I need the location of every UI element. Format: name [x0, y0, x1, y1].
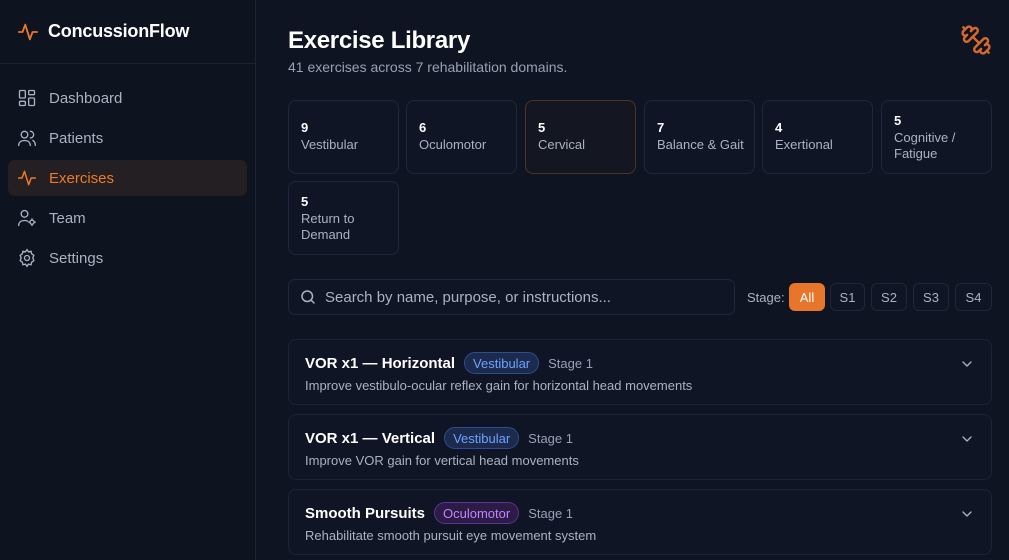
search-input[interactable] [325, 288, 725, 306]
stage-filter-label: Stage: [747, 290, 785, 305]
sidebar-item-settings[interactable]: Settings [8, 240, 247, 276]
user-gear-icon [18, 209, 36, 227]
exercise-title: VOR x1 — Horizontal [305, 354, 456, 372]
brand[interactable]: ConcussionFlow [0, 0, 255, 64]
exercise-stage: Stage 1 [548, 355, 593, 371]
exercise-description: Rehabilitate smooth pursuit eye movement… [305, 528, 597, 543]
sidebar-item-dashboard[interactable]: Dashboard [8, 80, 247, 116]
gear-icon [19, 248, 35, 268]
chevron-down-icon[interactable] [959, 356, 975, 372]
sidebar-item-label: Dashboard [49, 89, 123, 107]
stage-filter-all[interactable]: All [789, 283, 825, 311]
app-name: ConcussionFlow [48, 21, 190, 41]
sidebar-item-label: Patients [49, 129, 104, 147]
exercise-title: Smooth Pursuits [305, 504, 426, 522]
domain-count: 7 [657, 120, 665, 135]
domain-card-exertional[interactable]: 4 Exertional [762, 100, 873, 174]
domain-card-return-to-demand[interactable]: 5 Return to Demand [288, 181, 399, 255]
dashboard-icon [18, 89, 36, 107]
domain-card-oculomotor[interactable]: 6 Oculomotor [406, 100, 517, 174]
sidebar-nav: Dashboard Patients Exercises Team Settin… [0, 64, 255, 296]
exercise-title: VOR x1 — Vertical [305, 429, 436, 447]
sidebar-item-team[interactable]: Team [8, 200, 247, 236]
stage-filter-s3[interactable]: S3 [913, 283, 949, 311]
domain-badge: Oculomotor [434, 502, 520, 524]
chevron-down-icon[interactable] [959, 431, 975, 447]
domain-count: 6 [419, 120, 427, 135]
sidebar-item-label: Settings [49, 249, 104, 267]
exercise-description: Improve VOR gain for vertical head movem… [305, 453, 579, 468]
domain-label: Cognitive / Fatigue [894, 130, 956, 161]
exercise-card[interactable]: Smooth Pursuits Oculomotor Stage 1 Rehab… [288, 489, 992, 555]
search-box [288, 279, 735, 315]
users-icon [18, 130, 36, 147]
domain-card-balance-gait[interactable]: 7 Balance & Gait [644, 100, 755, 174]
exercise-card[interactable]: VOR x1 — Vertical Vestibular Stage 1 Imp… [288, 414, 992, 480]
domain-label: Return to Demand [301, 211, 355, 242]
chevron-down-icon[interactable] [959, 506, 975, 522]
stage-filter-s2[interactable]: S2 [871, 283, 907, 311]
domain-label: Cervical [538, 137, 585, 152]
domain-count: 5 [538, 120, 546, 135]
domain-label: Oculomotor [419, 137, 487, 152]
exercise-stage: Stage 1 [528, 505, 574, 521]
exercise-description: Improve vestibulo-ocular reflex gain for… [305, 378, 693, 393]
domain-badge: Vestibular [464, 352, 540, 374]
sidebar-item-exercises[interactable]: Exercises [8, 160, 247, 196]
domain-count: 5 [894, 113, 902, 128]
page-title: Exercise Library [288, 27, 470, 54]
page-subtitle: 41 exercises across 7 rehabilitation dom… [288, 59, 568, 75]
exercise-card[interactable]: VOR x1 — Horizontal Vestibular Stage 1 I… [288, 339, 992, 405]
domain-card-cognitive-fatigue[interactable]: 5 Cognitive / Fatigue [881, 100, 992, 174]
search-icon [301, 290, 315, 304]
activity-logo-icon [17, 23, 39, 40]
stage-filter-s4[interactable]: S4 [955, 283, 992, 311]
domain-label: Balance & Gait [657, 137, 744, 152]
domain-count: 5 [301, 194, 309, 209]
sidebar: ConcussionFlow Dashboard Patients Exerci… [0, 0, 256, 560]
domain-label: Vestibular [301, 137, 359, 152]
domain-card-vestibular[interactable]: 9 Vestibular [288, 100, 399, 174]
activity-icon [17, 170, 37, 186]
domain-card-cervical[interactable]: 5 Cervical [525, 100, 636, 174]
sidebar-item-patients[interactable]: Patients [8, 120, 247, 156]
sidebar-item-label: Exercises [49, 169, 115, 187]
domain-badge: Vestibular [444, 427, 520, 449]
main-content: Exercise Library 41 exercises across 7 r… [257, 0, 1009, 560]
domain-label: Exertional [775, 137, 833, 152]
exercise-stage: Stage 1 [528, 430, 573, 446]
domain-count: 9 [301, 120, 309, 135]
stage-filter-s1[interactable]: S1 [830, 283, 865, 311]
domain-count: 4 [775, 120, 783, 135]
sidebar-item-label: Team [49, 209, 86, 227]
dumbbell-icon [961, 25, 991, 55]
